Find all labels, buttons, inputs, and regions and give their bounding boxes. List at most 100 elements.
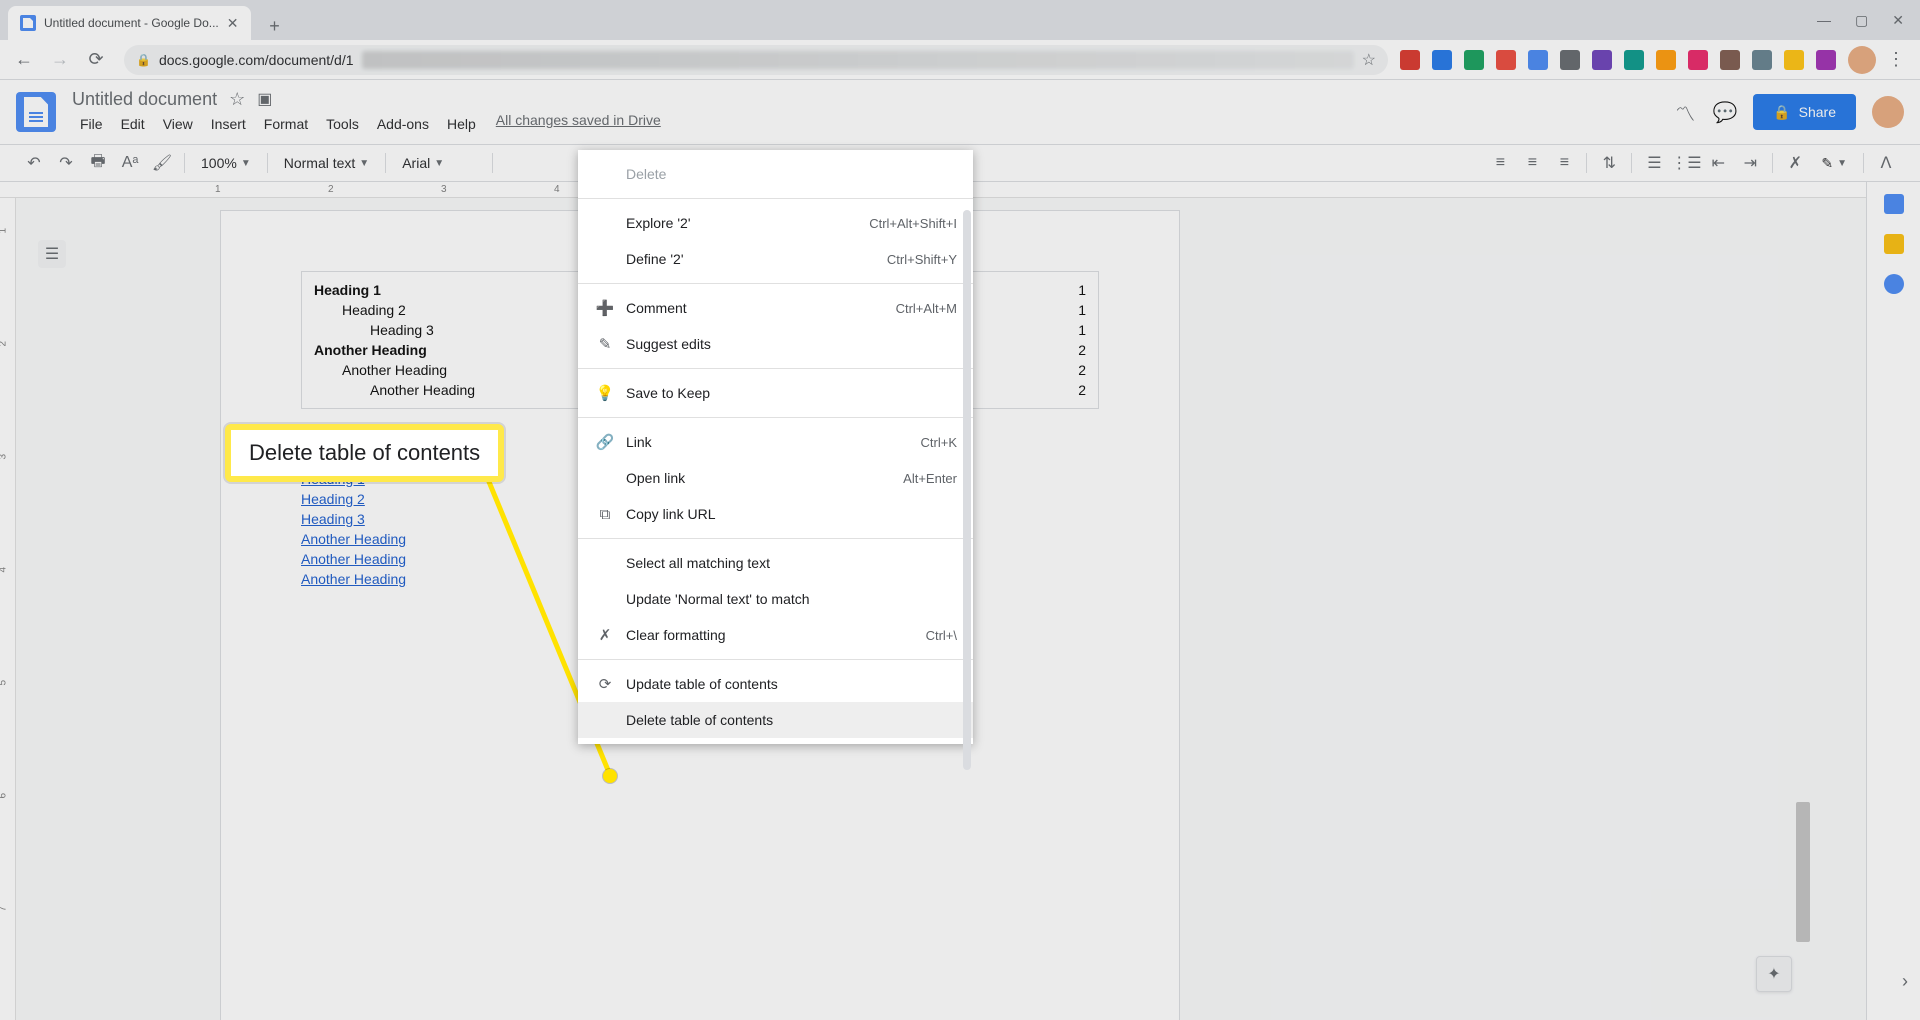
tab-close-icon[interactable]: ✕ (227, 15, 239, 32)
extension-icon[interactable] (1432, 50, 1452, 70)
vertical-scrollbar[interactable] (1796, 382, 1810, 982)
reload-button[interactable]: ⟳ (80, 44, 112, 76)
context-menu-item[interactable]: 🔗LinkCtrl+K (578, 424, 973, 460)
share-button[interactable]: 🔒 Share (1753, 94, 1856, 130)
context-menu-item[interactable]: ➕CommentCtrl+Alt+M (578, 290, 973, 326)
annotation-dot (603, 769, 617, 783)
comments-icon[interactable]: 💬 (1713, 100, 1737, 124)
context-menu-item[interactable]: Select all matching text (578, 545, 973, 581)
docs-header: Untitled document ☆ ▣ FileEditViewInsert… (0, 80, 1920, 144)
tab-title: Untitled document - Google Do... (44, 16, 219, 30)
extension-icon[interactable] (1720, 50, 1740, 70)
numbered-list-button[interactable]: ☰ (1640, 149, 1668, 177)
lock-icon: 🔒 (136, 53, 151, 67)
close-button[interactable]: ✕ (1892, 12, 1904, 29)
extension-icon[interactable] (1528, 50, 1548, 70)
star-document-icon[interactable]: ☆ (229, 89, 245, 110)
address-bar[interactable]: 🔒 docs.google.com/document/d/1 ☆ (124, 45, 1388, 75)
style-dropdown[interactable]: Normal text▼ (276, 151, 377, 175)
maximize-button[interactable]: ▢ (1855, 12, 1868, 29)
document-title[interactable]: Untitled document (72, 89, 217, 110)
print-button[interactable]: 🖶 (84, 149, 112, 177)
redo-button[interactable]: ↷ (52, 149, 80, 177)
window-controls: — ▢ ✕ (1817, 0, 1920, 40)
context-menu-item[interactable]: Delete table of contents (578, 702, 973, 738)
menu-add-ons[interactable]: Add-ons (369, 112, 437, 136)
context-menu-item[interactable]: ⧉Copy link URL (578, 496, 973, 532)
side-panel-expand-icon[interactable]: › (1902, 971, 1908, 992)
extension-icon[interactable] (1400, 50, 1420, 70)
context-menu-item[interactable]: ⟳Update table of contents (578, 666, 973, 702)
extension-icon[interactable] (1624, 50, 1644, 70)
menu-item-icon: ✗ (596, 626, 614, 644)
docs-logo-icon[interactable] (16, 92, 56, 132)
decrease-indent-button[interactable]: ⇤ (1704, 149, 1732, 177)
extension-icon[interactable] (1752, 50, 1772, 70)
outline-toggle-button[interactable]: ☰ (38, 240, 66, 268)
extension-icon[interactable] (1464, 50, 1484, 70)
menu-item-icon: ⧉ (596, 506, 614, 523)
move-document-icon[interactable]: ▣ (257, 89, 272, 109)
menu-file[interactable]: File (72, 112, 111, 136)
menu-insert[interactable]: Insert (203, 112, 254, 136)
context-menu-item[interactable]: Define '2'Ctrl+Shift+Y (578, 241, 973, 277)
context-menu-scrollbar[interactable] (963, 210, 971, 770)
context-menu-item[interactable]: ✗Clear formattingCtrl+\ (578, 617, 973, 653)
extension-icon[interactable] (1656, 50, 1676, 70)
editing-mode-dropdown[interactable]: ✎▼ (1813, 151, 1855, 175)
paint-format-button[interactable]: 🖌 (148, 149, 176, 177)
align-left-button[interactable]: ≡ (1486, 149, 1514, 177)
menu-item-icon: ✎ (596, 335, 614, 353)
new-tab-button[interactable]: + (261, 12, 289, 40)
profile-avatar[interactable] (1848, 46, 1876, 74)
spellcheck-button[interactable]: Aᵃ (116, 149, 144, 177)
browser-tab-strip: Untitled document - Google Do... ✕ + — ▢… (0, 0, 1920, 40)
align-center-button[interactable]: ≡ (1518, 149, 1546, 177)
bookmark-star-icon[interactable]: ☆ (1362, 50, 1376, 70)
menu-view[interactable]: View (155, 112, 201, 136)
menu-tools[interactable]: Tools (318, 112, 367, 136)
align-right-button[interactable]: ≡ (1550, 149, 1578, 177)
vertical-ruler[interactable]: 1234567 (0, 198, 16, 1020)
font-dropdown[interactable]: Arial▼ (394, 151, 484, 175)
context-menu: DeleteExplore '2'Ctrl+Alt+Shift+IDefine … (578, 150, 973, 744)
calendar-icon[interactable] (1884, 194, 1904, 214)
context-menu-item[interactable]: Explore '2'Ctrl+Alt+Shift+I (578, 205, 973, 241)
keep-icon[interactable] (1884, 234, 1904, 254)
menu-help[interactable]: Help (439, 112, 484, 136)
scrollbar-thumb[interactable] (1796, 802, 1810, 942)
explore-button[interactable]: ✦ (1756, 956, 1792, 992)
menu-bar: FileEditViewInsertFormatToolsAdd-onsHelp… (72, 112, 661, 136)
menu-item-icon: 💡 (596, 384, 614, 402)
extension-icon[interactable] (1816, 50, 1836, 70)
increase-indent-button[interactable]: ⇥ (1736, 149, 1764, 177)
context-menu-item[interactable]: ✎Suggest edits (578, 326, 973, 362)
extension-icon[interactable] (1784, 50, 1804, 70)
line-spacing-button[interactable]: ⇅ (1595, 149, 1623, 177)
save-status[interactable]: All changes saved in Drive (496, 112, 661, 136)
undo-button[interactable]: ↶ (20, 149, 48, 177)
url-text: docs.google.com/document/d/1 (159, 52, 354, 68)
clear-formatting-button[interactable]: ✗ (1781, 149, 1809, 177)
minimize-button[interactable]: — (1817, 12, 1831, 28)
extension-icon[interactable] (1592, 50, 1612, 70)
menu-format[interactable]: Format (256, 112, 316, 136)
tasks-icon[interactable] (1884, 274, 1904, 294)
collapse-toolbar-button[interactable]: ᐱ (1872, 149, 1900, 177)
forward-button[interactable]: → (44, 44, 76, 76)
url-redacted (362, 51, 1354, 69)
context-menu-item[interactable]: Open linkAlt+Enter (578, 460, 973, 496)
browser-tab[interactable]: Untitled document - Google Do... ✕ (8, 6, 251, 40)
chrome-menu-icon[interactable]: ⋮ (1880, 44, 1912, 76)
context-menu-item[interactable]: 💡Save to Keep (578, 375, 973, 411)
bulleted-list-button[interactable]: ⋮☰ (1672, 149, 1700, 177)
extension-icon[interactable] (1688, 50, 1708, 70)
account-avatar[interactable] (1872, 96, 1904, 128)
menu-edit[interactable]: Edit (113, 112, 153, 136)
back-button[interactable]: ← (8, 44, 40, 76)
context-menu-item[interactable]: Update 'Normal text' to match (578, 581, 973, 617)
activity-icon[interactable]: 〽 (1673, 100, 1697, 124)
zoom-dropdown[interactable]: 100%▼ (193, 151, 259, 175)
extension-icon[interactable] (1496, 50, 1516, 70)
extension-icon[interactable] (1560, 50, 1580, 70)
